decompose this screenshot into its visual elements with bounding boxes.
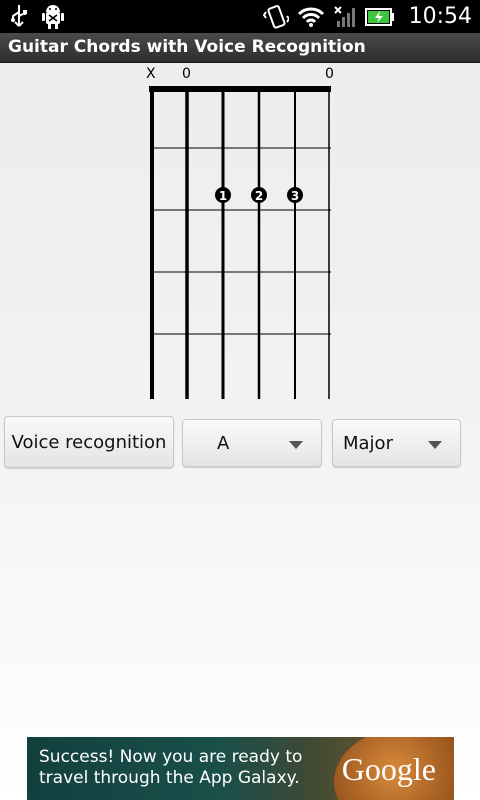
ad-banner[interactable]: Success! Now you are ready to travel thr… [27, 737, 454, 800]
ad-text-line-1: Success! Now you are ready to [39, 747, 303, 767]
svg-text:1: 1 [219, 189, 227, 203]
vibrate-icon [262, 4, 289, 30]
note-spinner[interactable]: A [182, 419, 322, 467]
chord-quality-spinner[interactable]: Major [332, 419, 461, 467]
status-clock: 10:54 [408, 4, 472, 29]
ad-text: Success! Now you are ready to travel thr… [39, 747, 302, 789]
chord-quality-value: Major [343, 432, 393, 454]
finger-dot-1: 1 [215, 187, 231, 203]
svg-text:3: 3 [291, 189, 299, 203]
voice-recognition-label: Voice recognition [11, 431, 167, 453]
svg-text:2: 2 [255, 189, 263, 203]
chevron-down-icon [428, 441, 442, 449]
status-bar: 10:54 [0, 0, 480, 33]
android-debug-icon [42, 4, 64, 30]
note-value: A [217, 432, 230, 454]
usb-icon [10, 4, 28, 30]
app-title-bar: Guitar Chords with Voice Recognition [0, 33, 480, 63]
google-logo: Google [341, 751, 436, 787]
app-title: Guitar Chords with Voice Recognition [8, 37, 366, 57]
battery-charging-icon [364, 7, 395, 27]
chord-diagram: X 0 0 1 2 3 [138, 66, 348, 406]
chevron-down-icon [289, 441, 303, 449]
voice-recognition-button[interactable]: Voice recognition [4, 416, 174, 468]
wifi-icon [297, 6, 325, 28]
finger-dot-3: 3 [287, 187, 303, 203]
signal-icon [333, 5, 357, 29]
ad-text-line-2: travel through the App Galaxy. [39, 768, 300, 788]
finger-dot-2: 2 [251, 187, 267, 203]
nut [149, 86, 331, 92]
fretboard: 1 2 3 [149, 86, 331, 399]
